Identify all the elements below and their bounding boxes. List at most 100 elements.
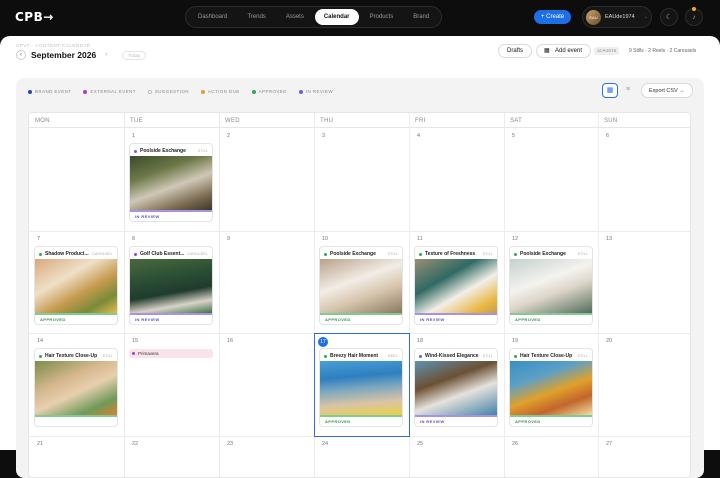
day-cell-23[interactable] — [219, 436, 314, 477]
nav-calendar[interactable]: Calendar — [314, 9, 359, 25]
today-button[interactable]: Today — [122, 50, 147, 60]
day-number: 13 — [606, 236, 613, 242]
post-card[interactable]: Texture of Freshness STILL IN REVIEW — [414, 246, 498, 325]
post-thumbnail[interactable] — [35, 259, 117, 313]
post-title: Hair Texture Close-Up — [514, 353, 572, 359]
prev-month-button[interactable]: ‹ — [16, 50, 26, 60]
day-number: 25 — [417, 441, 424, 447]
app-logo[interactable]: CPB→ — [15, 10, 54, 24]
post-thumbnail[interactable] — [415, 361, 497, 415]
day-number: 26 — [512, 441, 519, 447]
post-title: Poolside Exchange — [514, 251, 566, 257]
status-bar — [320, 415, 402, 417]
legend-action-due: ACTION DUE — [200, 89, 240, 94]
post-status: IN REVIEW — [135, 213, 160, 219]
post-card[interactable]: Poolside Exchange STILL APPROVED — [509, 246, 593, 325]
day-cell-21[interactable] — [29, 436, 124, 477]
post-card[interactable]: Shadow Product... CAROUSEL APPROVED — [34, 246, 118, 325]
next-month-button[interactable]: › — [101, 50, 112, 60]
moon-icon[interactable]: ☾ — [660, 8, 678, 26]
day-cell-2[interactable] — [219, 128, 314, 231]
status-bar — [320, 313, 402, 315]
page-title: September 2026 — [31, 50, 97, 60]
legend-dot — [83, 89, 88, 94]
legend: BRAND EVENT EXTERNAL EVENT SUGGESTION AC… — [28, 89, 333, 94]
post-thumbnail[interactable] — [320, 361, 402, 415]
day-cell-24[interactable] — [314, 436, 409, 477]
post-card[interactable]: Hair Texture Close-Up STILL APPROVED — [509, 348, 593, 427]
post-status: IN REVIEW — [420, 418, 445, 424]
post-type-badge: STILL — [102, 353, 113, 358]
weekday-wed: WED — [225, 118, 240, 124]
nav-trends[interactable]: Trends — [238, 9, 274, 25]
legend-in-review: IN REVIEW — [298, 89, 333, 94]
day-number: 9 — [227, 236, 231, 242]
post-title: Poolside Exchange — [324, 251, 376, 257]
nav-products[interactable]: Products — [361, 9, 403, 25]
post-card[interactable]: Poolside Exchange STILL IN REVIEW — [129, 143, 213, 222]
chevron-down-icon: ⌄ — [643, 14, 648, 20]
nav-brand[interactable]: Brand — [404, 9, 438, 25]
day-cell-9[interactable] — [219, 231, 314, 333]
weekday-header: MON TUE WED THU FRI SAT SUN — [29, 113, 690, 128]
user-menu[interactable]: EAU EAUde1974 ⌄ — [582, 6, 652, 28]
weekday-tue: TUE — [130, 118, 143, 124]
post-thumbnail[interactable] — [130, 259, 212, 313]
main-panel: CPV7 · CONTENT CALENDAR ‹ September 2026… — [0, 36, 720, 478]
post-card[interactable]: Golf Club Essent... CAROUSEL IN REVIEW — [129, 246, 213, 325]
list-view-icon[interactable]: ≡ — [620, 83, 636, 98]
day-number: 5 — [512, 133, 516, 139]
post-type-badge: REEL — [388, 353, 398, 358]
day-cell-22[interactable] — [124, 436, 219, 477]
status-bar — [510, 313, 592, 315]
status-bar — [415, 415, 497, 417]
day-cell-5[interactable] — [504, 128, 598, 231]
post-card[interactable]: Hair Texture Close-Up STILL — [34, 348, 118, 427]
day-cell-3[interactable] — [314, 128, 409, 231]
day-cell-20[interactable] — [598, 333, 690, 436]
post-type-badge: STILL — [197, 148, 208, 153]
status-bar — [510, 415, 592, 417]
post-card[interactable]: Poolside Exchange STILL APPROVED — [319, 246, 403, 325]
post-thumbnail[interactable] — [320, 259, 402, 313]
status-dot — [39, 354, 42, 358]
export-csv-button[interactable]: Export CSV → — [641, 83, 693, 98]
create-button[interactable]: + Create — [534, 10, 572, 24]
post-card[interactable]: Breezy Hair Moment REEL APPROVED — [319, 348, 403, 427]
post-thumbnail[interactable] — [35, 361, 117, 415]
day-number: 11 — [417, 236, 423, 242]
post-title-text: Poolside Exchange — [330, 251, 376, 257]
calendar-view-icon[interactable]: ▦ — [602, 83, 618, 98]
add-event-button[interactable]: ▦ Add event — [536, 44, 592, 58]
post-card[interactable]: Wind-Kissed Elegance STILL IN REVIEW — [414, 348, 498, 427]
post-type-badge: STILL — [482, 251, 493, 256]
day-cell-13[interactable] — [598, 231, 690, 333]
day-cell-25[interactable] — [409, 436, 504, 477]
post-type-badge: STILL — [482, 353, 493, 358]
day-cell-4[interactable] — [409, 128, 504, 231]
weekday-sat: SAT — [510, 118, 523, 124]
status-bar — [35, 415, 117, 417]
legend-dot — [298, 89, 303, 94]
post-type-stats: 9 Stills · 2 Reels · 2 Carousels — [629, 48, 697, 54]
weekday-sun: SUN — [604, 118, 618, 124]
nav-dashboard[interactable]: Dashboard — [189, 9, 236, 25]
day-number: 7 — [37, 236, 41, 242]
post-title: Shadow Product... — [39, 251, 89, 257]
post-thumbnail[interactable] — [130, 156, 212, 210]
status-bar — [130, 313, 212, 315]
avatar: EAU — [586, 9, 601, 25]
day-number: 27 — [606, 441, 613, 447]
drafts-button[interactable]: Drafts — [498, 44, 533, 58]
nav-assets[interactable]: Assets — [277, 9, 313, 25]
day-cell-16[interactable] — [219, 333, 314, 436]
post-thumbnail[interactable] — [510, 361, 592, 415]
post-thumbnail[interactable] — [510, 259, 592, 313]
post-title: Texture of Freshness — [419, 251, 475, 257]
event-pill[interactable]: Primavera — [129, 349, 213, 358]
day-cell-6[interactable] — [598, 128, 690, 231]
post-thumbnail[interactable] — [415, 259, 497, 313]
add-event-label: Add event — [555, 48, 583, 54]
legend-dot — [200, 89, 205, 94]
legend-external-event: EXTERNAL EVENT — [83, 89, 135, 94]
